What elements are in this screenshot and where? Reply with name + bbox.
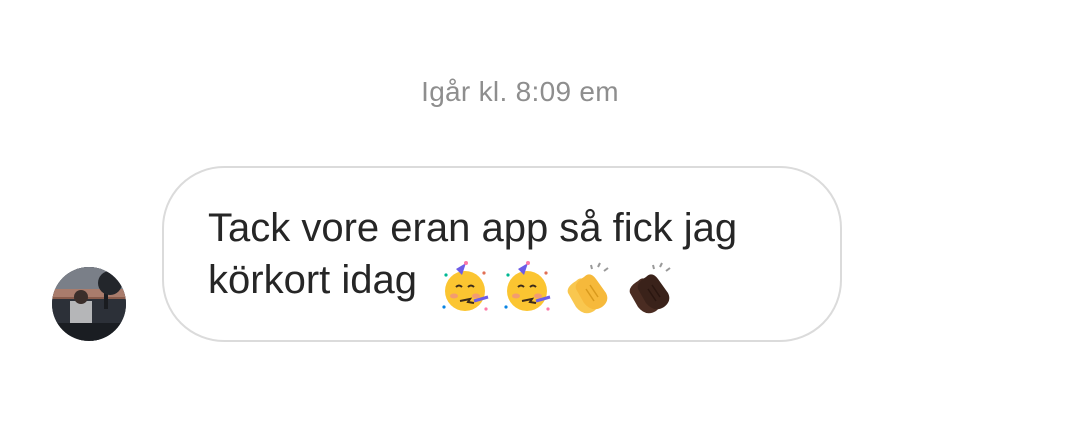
message-line-2: körkort idag xyxy=(208,258,417,302)
message-line-1: Tack vore eran app så fick jag xyxy=(208,206,738,250)
clapping-hands-icon xyxy=(562,261,616,315)
partying-face-icon xyxy=(500,261,554,315)
message-timestamp: Igår kl. 8:09 em xyxy=(421,76,619,107)
message-text: Tack vore eran app så fick jag körkort i… xyxy=(208,202,818,315)
clapping-hands-dark-icon xyxy=(624,261,678,315)
partying-face-icon xyxy=(438,261,492,315)
avatar[interactable] xyxy=(52,267,126,341)
emoji-row xyxy=(438,260,686,315)
message-bubble[interactable]: Tack vore eran app så fick jag körkort i… xyxy=(162,166,842,342)
avatar-photo-icon xyxy=(52,267,126,341)
